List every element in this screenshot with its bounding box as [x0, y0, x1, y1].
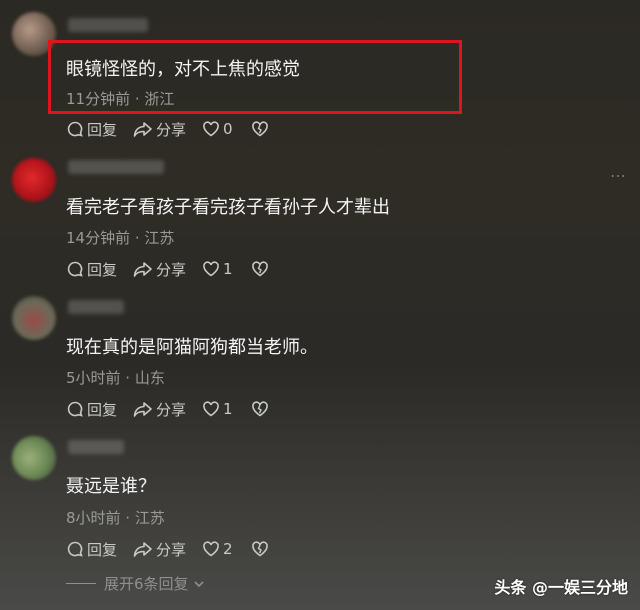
- share-button[interactable]: 分享: [133, 539, 186, 560]
- share-icon: [133, 122, 152, 137]
- share-button[interactable]: 分享: [133, 259, 186, 280]
- comment-text: 看完老子看孩子看完孩子看孙子人才辈出: [66, 197, 390, 218]
- share-icon: [133, 402, 152, 417]
- like-count: 1: [223, 400, 233, 418]
- like-count: 2: [223, 540, 233, 558]
- comment-actions: 回复 分享 1: [66, 258, 288, 280]
- username-blurred[interactable]: [68, 160, 164, 174]
- like-button[interactable]: 1: [202, 400, 233, 418]
- reply-button[interactable]: 回复: [66, 259, 117, 280]
- chevron-down-icon: [193, 580, 204, 587]
- username-blurred[interactable]: [68, 18, 148, 32]
- dislike-button[interactable]: [251, 400, 272, 418]
- like-count: 1: [223, 260, 233, 278]
- heart-icon: [203, 261, 219, 277]
- expand-replies-button[interactable]: 展开6条回复: [66, 573, 206, 594]
- reply-icon: [67, 121, 83, 137]
- heart-icon: [203, 121, 219, 137]
- dislike-button[interactable]: [251, 120, 272, 138]
- comment-actions: 回复 分享 0: [66, 118, 288, 140]
- reply-label: 回复: [87, 120, 118, 139]
- share-icon: [133, 542, 152, 557]
- broken-heart-icon: [251, 401, 268, 417]
- dislike-button[interactable]: [251, 540, 272, 558]
- reply-label: 回复: [87, 540, 118, 559]
- avatar[interactable]: [12, 296, 56, 340]
- dislike-button[interactable]: [251, 260, 272, 278]
- share-label: 分享: [156, 120, 187, 139]
- reply-icon: [67, 261, 83, 277]
- more-options-icon[interactable]: ⋯: [610, 166, 626, 185]
- reply-label: 回复: [87, 260, 118, 279]
- share-label: 分享: [156, 260, 187, 279]
- comment-actions: 回复 分享 2: [66, 538, 288, 560]
- comment-meta: 14分钟前 · 江苏: [66, 229, 175, 247]
- expand-replies-label: 展开6条回复: [104, 575, 189, 593]
- broken-heart-icon: [251, 541, 268, 557]
- share-button[interactable]: 分享: [133, 119, 186, 140]
- comment-meta: 5小时前 · 山东: [66, 369, 165, 387]
- heart-icon: [203, 541, 219, 557]
- watermark: 头条 @一娱三分地: [494, 578, 628, 597]
- divider-line: [66, 583, 96, 584]
- username-blurred[interactable]: [68, 300, 124, 314]
- like-button[interactable]: 2: [202, 540, 233, 558]
- broken-heart-icon: [251, 261, 268, 277]
- like-button[interactable]: 0: [202, 120, 233, 138]
- comment-text: 现在真的是阿猫阿狗都当老师。: [66, 337, 318, 358]
- comment-meta: 8小时前 · 江苏: [66, 509, 165, 527]
- reply-button[interactable]: 回复: [66, 119, 117, 140]
- broken-heart-icon: [251, 121, 268, 137]
- reply-icon: [67, 401, 83, 417]
- comment-text: 聂远是谁？: [66, 476, 156, 497]
- share-button[interactable]: 分享: [133, 399, 186, 420]
- comment-actions: 回复 分享 1: [66, 398, 288, 420]
- avatar[interactable]: [12, 436, 56, 480]
- share-icon: [133, 262, 152, 277]
- username-blurred[interactable]: [68, 440, 124, 454]
- share-label: 分享: [156, 400, 187, 419]
- heart-icon: [203, 401, 219, 417]
- highlight-box: [48, 40, 462, 114]
- reply-icon: [67, 541, 83, 557]
- reply-button[interactable]: 回复: [66, 539, 117, 560]
- avatar[interactable]: [12, 158, 56, 202]
- reply-button[interactable]: 回复: [66, 399, 117, 420]
- reply-label: 回复: [87, 400, 118, 419]
- share-label: 分享: [156, 540, 187, 559]
- like-count: 0: [223, 120, 233, 138]
- like-button[interactable]: 1: [202, 260, 233, 278]
